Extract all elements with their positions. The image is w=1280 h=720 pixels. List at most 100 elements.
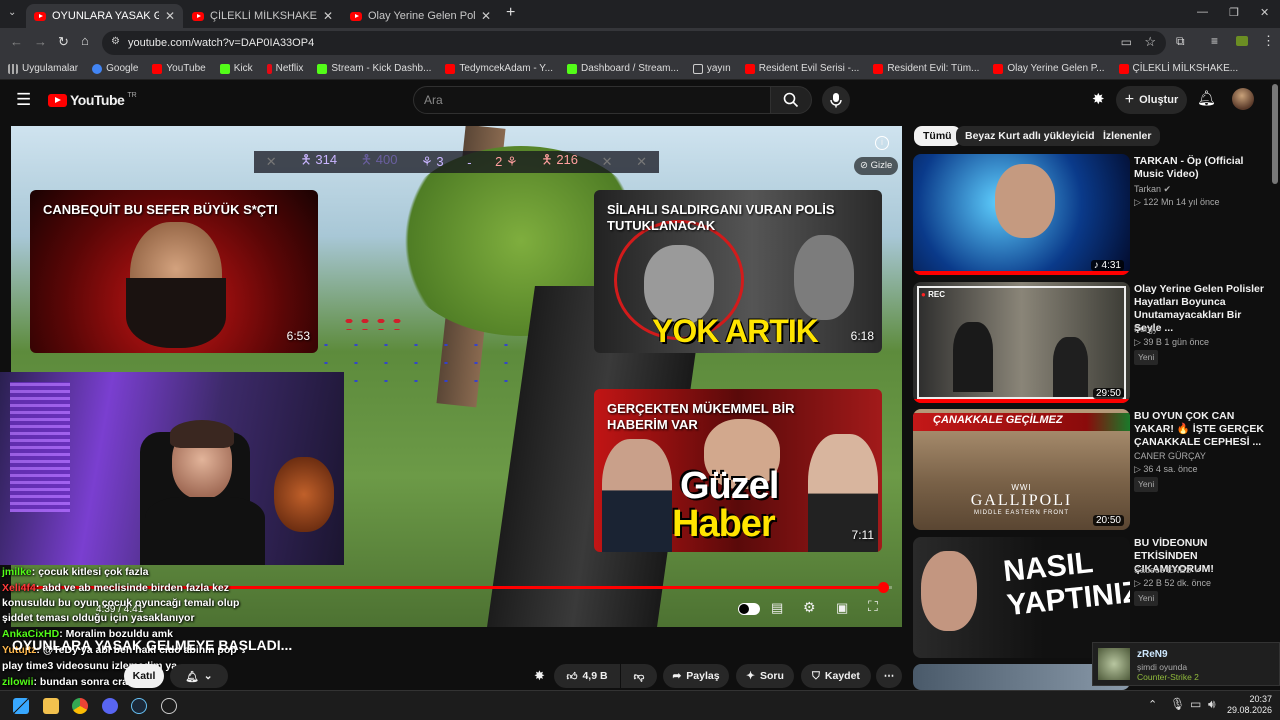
chip-watched[interactable]: İzlenenler	[1094, 126, 1161, 146]
hide-endcards-button[interactable]: ⊘ Gizle	[854, 157, 899, 175]
search-button[interactable]	[770, 86, 812, 114]
bookmark-olay-yerine[interactable]: Olay Yerine Gelen P...	[986, 63, 1111, 74]
home-icon[interactable]: ⌂	[81, 33, 89, 48]
close-window-icon[interactable]: ✕	[1260, 6, 1269, 19]
bookmark-apps[interactable]: Uygulamalar	[0, 63, 85, 74]
volume-icon[interactable]: 🔊︎	[1208, 697, 1216, 712]
officer-left	[953, 322, 993, 392]
like-button[interactable]: 👍︎ 4,9 B	[554, 664, 620, 688]
sidebar-channel[interactable]: Purgy	[1134, 323, 1158, 336]
bookmark-youtube[interactable]: YouTube	[145, 63, 212, 74]
close-tab-icon[interactable]: ✕	[323, 9, 333, 23]
sidebar-video-title[interactable]: BU OYUN ÇOK CAN YAKAR! 🔥 İŞTE GERÇEK ÇAN…	[1134, 410, 1264, 449]
bookmark-label: ÇİLEKLİ MİLKSHAKE...	[1132, 63, 1239, 74]
tab-oyunlara[interactable]: OYUNLARA YASAK GELMEYE BA ✕	[26, 4, 183, 28]
new-badge: Yeni	[1134, 477, 1159, 492]
bookmark-kick-dashboard[interactable]: Stream - Kick Dashb...	[310, 63, 438, 74]
subtitles-icon[interactable]: ▤	[771, 600, 783, 616]
bookmark-cilekli[interactable]: ÇİLEKLİ MİLKSHAKE...	[1112, 63, 1246, 74]
bookmark-google[interactable]: Google	[85, 63, 145, 74]
hamburger-menu-icon[interactable]: ☰	[16, 90, 31, 110]
hud-x-icon: ✕	[601, 154, 613, 169]
address-bar[interactable]: ⚙ youtube.com/watch?v=DAP0IA33OP4 ▭ ☆	[102, 31, 1166, 55]
autoplay-toggle[interactable]	[738, 603, 760, 615]
network-icon[interactable]: ▭	[1190, 697, 1201, 711]
app-icon[interactable]	[161, 698, 177, 714]
bookmark-netflix[interactable]: Netflix	[260, 63, 311, 74]
endcard-overlay-text: YOK ARTIK	[652, 313, 819, 349]
friend-notification-toast[interactable]: zReN9 şimdi oyunda Counter-Strike 2	[1092, 642, 1280, 686]
tray-chevron-icon[interactable]: ⌃	[1148, 698, 1157, 711]
sidebar-thumbnail-1[interactable]: ♪ 4:31	[913, 154, 1130, 275]
tab-olay-yerine[interactable]: Olay Yerine Gelen Polisler Haya ✕	[342, 4, 499, 28]
microphone-tray-icon[interactable]: 🎙︎	[1170, 697, 1185, 711]
extensions-icon[interactable]: ⧉	[1176, 34, 1185, 49]
rec-indicator: ● REC	[921, 290, 945, 299]
bookmark-folder-yayin[interactable]: yayın	[686, 63, 738, 74]
system-clock[interactable]: 20:37 29.08.2026	[1226, 694, 1272, 716]
sidebar-channel[interactable]: CANER GÜRÇAY	[1134, 450, 1206, 463]
endcard-overlay-text: Haber	[672, 503, 776, 545]
file-explorer-icon[interactable]	[43, 698, 59, 714]
close-tab-icon[interactable]: ✕	[165, 9, 175, 23]
minimize-icon[interactable]: —	[1197, 6, 1208, 18]
ask-button[interactable]: ✦ Soru	[736, 664, 794, 688]
bookmark-tedymcek[interactable]: TedymcekAdam - Y...	[438, 63, 560, 74]
chip-all[interactable]: Tümü	[914, 126, 961, 146]
premium-gem-icon[interactable]: ✸	[1092, 90, 1105, 108]
windows-start-icon[interactable]	[13, 698, 29, 714]
save-button[interactable]: ⛉ Kaydet	[801, 664, 871, 688]
dislike-button[interactable]: 👎︎	[621, 664, 657, 688]
discord-icon[interactable]	[102, 698, 118, 714]
forward-icon[interactable]: →	[34, 34, 47, 49]
new-tab-button[interactable]: +	[506, 4, 515, 22]
join-button[interactable]: Katıl	[124, 664, 164, 688]
bookmark-star-icon[interactable]: ☆	[1144, 34, 1156, 50]
account-avatar[interactable]	[1232, 88, 1254, 110]
back-icon[interactable]: ←	[10, 34, 23, 49]
sidebar-thumbnail-3[interactable]: ÇANAKKALE GEÇİLMEZ WWI GALLIPOLI MIDDLE …	[913, 409, 1130, 530]
sidebar-thumbnail-2[interactable]: ● REC 29:50	[913, 282, 1130, 403]
close-tab-icon[interactable]: ✕	[481, 9, 491, 23]
tab-cilekli[interactable]: ÇİLEKLİ MİLKSHAKE | Madara O ✕	[184, 4, 341, 28]
share-button[interactable]: ➦ Paylaş	[663, 664, 729, 688]
notify-dropdown-button[interactable]: 🔔︎ ⌄	[170, 664, 228, 688]
steam-icon[interactable]	[131, 698, 147, 714]
fullscreen-icon[interactable]: ⛶	[868, 598, 878, 615]
bookmark-kick[interactable]: Kick	[213, 63, 260, 74]
site-info-icon[interactable]: ⚙	[111, 36, 120, 47]
sidebar-channel[interactable]: Sadece ENES ✔	[1134, 564, 1202, 577]
profile-icon[interactable]	[1236, 36, 1248, 46]
sidebar-video-title[interactable]: TARKAN - Öp (Official Music Video)	[1134, 155, 1264, 181]
sidebar-thumbnail-4[interactable]: NASIL YAPTINIZ?	[913, 537, 1130, 658]
bookmark-dashboard-stream[interactable]: Dashboard / Stream...	[560, 63, 686, 74]
chrome-icon[interactable]	[72, 698, 88, 714]
endcard-video-1[interactable]: CANBEQUİT BU SEFER BÜYÜK S*ÇTI 6:53	[30, 190, 318, 353]
reload-icon[interactable]: ↻	[58, 34, 69, 50]
chip-uploader[interactable]: Beyaz Kurt adlı yükleyiciden	[956, 126, 1116, 146]
youtube-logo[interactable]: YouTube TR	[48, 92, 137, 108]
search-input[interactable]: Ara	[413, 86, 771, 114]
voice-search-button[interactable]	[822, 86, 850, 114]
tab-search-chevron-icon[interactable]: ⌄	[8, 7, 16, 18]
sidebar-channel[interactable]: Tarkan ✔	[1134, 183, 1171, 196]
browser-tab-bar: ⌄ OYUNLARA YASAK GELMEYE BA ✕ ÇİLEKLİ Mİ…	[0, 0, 1280, 28]
create-button[interactable]: + Oluştur	[1116, 86, 1187, 114]
premium-gem-icon[interactable]: ✸	[534, 668, 545, 684]
cast-icon[interactable]: ▭	[1121, 35, 1132, 49]
notifications-bell-icon[interactable]: 🔔︎	[1197, 89, 1216, 107]
more-actions-button[interactable]: ⋯	[876, 664, 902, 688]
miniplayer-icon[interactable]: ▣	[836, 600, 848, 616]
menu-dots-icon[interactable]: ⋮	[1262, 33, 1275, 49]
kick-icon	[219, 63, 230, 74]
maximize-icon[interactable]: ❐	[1229, 6, 1239, 19]
reading-list-icon[interactable]: ≡	[1211, 34, 1218, 48]
bookmark-resident-evil-serisi[interactable]: Resident Evil Serisi -...	[738, 63, 867, 74]
page-scrollbar-thumb[interactable]	[1272, 84, 1278, 184]
settings-gear-icon[interactable]: ⚙	[803, 599, 816, 616]
endcard-video-3[interactable]: GERÇEKTEN MÜKEMMEL BİR HABERİM VAR Güzel…	[594, 389, 882, 552]
endcard-video-2[interactable]: SİLAHLI SALDIRGANI VURAN POLİS TUTUKLANA…	[594, 190, 882, 353]
progress-knob[interactable]	[878, 582, 890, 593]
info-icon[interactable]: i	[875, 136, 889, 150]
bookmark-resident-evil-tum[interactable]: Resident Evil: Tüm...	[866, 63, 986, 74]
